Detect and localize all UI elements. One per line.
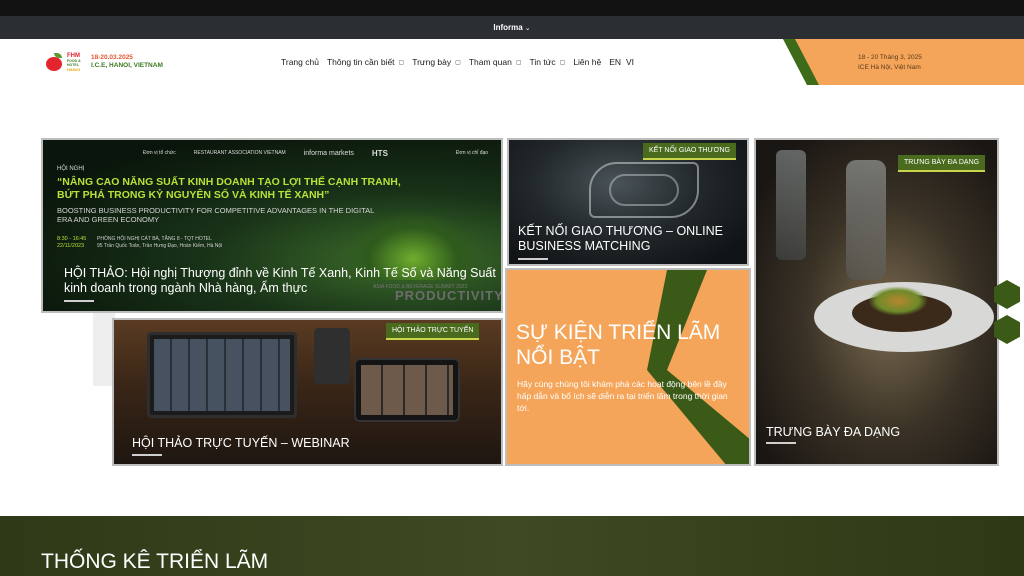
site-logo[interactable]: FHM FOOD & HOTEL HANOI 18-20.03.2025 I.C…	[46, 51, 163, 73]
card-featured-events[interactable]: SỰ KIỆN TRIỂN LÃM NỔI BẬT Hãy cùng chúng…	[505, 268, 751, 466]
nav-item-label[interactable]: Tham quan	[469, 57, 512, 67]
organizer-logos: Đơn vị tổ chức RESTAURANT ASSOCIATION VI…	[57, 146, 488, 160]
chevron-down-icon[interactable]: ⌄	[525, 24, 531, 32]
organizer-informa: informa markets	[303, 149, 354, 157]
summit-address: PHÒNG HỘI NGHỊ CÁT BÀ, TẦNG 8 - TQT HOTE…	[97, 236, 222, 250]
laptop-image	[147, 332, 297, 418]
card-title[interactable]: HỘI THẢO TRỰC TUYẾN – WEBINAR	[132, 436, 350, 451]
event-venue: ICE Hà Nội, Việt Nam	[858, 64, 921, 71]
title-underline	[518, 258, 548, 260]
event-dates: 18 - 20 Tháng 3, 2025	[858, 54, 922, 61]
speaker-image	[314, 328, 350, 384]
card-title[interactable]: TRƯNG BÀY ĐA DẠNG	[766, 425, 900, 440]
stats-section: THỐNG KÊ TRIỂN LÃM	[0, 516, 1024, 576]
category-badge[interactable]: Kết nối giao thương	[643, 143, 736, 160]
organizer-label-2: Đơn vị chỉ đạo	[455, 150, 489, 156]
stats-title: THỐNG KÊ TRIỂN LÃM	[41, 550, 269, 573]
organizer-label: Đơn vị tổ chức	[143, 150, 176, 156]
featured-description: Hãy cùng chúng tôi khám phá các hoạt độn…	[517, 379, 728, 413]
title-underline	[132, 454, 162, 456]
logo-brand-line3: HANOI	[67, 66, 80, 72]
logo-venue: I.C.E, HANOI, VIETNAM	[91, 62, 163, 69]
nav-item-info[interactable]: Thông tin cần biết ▢	[327, 57, 404, 67]
nav-item-label[interactable]: Trang chủ	[281, 57, 319, 67]
category-badge[interactable]: Trưng bày đa dạng	[898, 155, 986, 172]
food-image	[868, 286, 928, 316]
apple-logo-icon	[46, 53, 66, 71]
summit-time: 8:30 - 16:45 22/11/2023	[57, 236, 86, 250]
summit-banner-vi: “NÂNG CAO NĂNG SUẤT KINH DOANH TẠO LỢI T…	[57, 176, 401, 201]
nav-item-news[interactable]: Tin tức ▢	[529, 57, 565, 67]
main-nav: Trang chủ Thông tin cần biết ▢ Trưng bày ▢…	[281, 57, 639, 67]
chevron-down-icon[interactable]: ▢	[560, 59, 566, 66]
nav-item-label[interactable]: Thông tin cần biết	[327, 57, 395, 67]
card-trade-matching[interactable]: Kết nối giao thương KẾT NỐI GIAO THƯƠNG …	[507, 138, 749, 266]
card-summit[interactable]: Đơn vị tổ chức RESTAURANT ASSOCIATION VI…	[41, 138, 503, 313]
informa-bar[interactable]: Informa ⌄	[0, 16, 1024, 39]
chevron-down-icon[interactable]: ▢	[516, 59, 522, 66]
organizer-restaurant: RESTAURANT ASSOCIATION VIETNAM	[193, 150, 286, 156]
chevron-down-icon[interactable]: ▢	[399, 59, 405, 66]
summit-date: 22/11/2023	[57, 243, 85, 249]
card-display[interactable]: Trưng bày đa dạng TRƯNG BÀY ĐA DẠNG	[754, 138, 999, 466]
hoi-nghi-label: HỘI NGHỊ	[57, 166, 85, 172]
nav-item-label[interactable]: Liên hệ	[573, 57, 601, 67]
title-underline	[64, 300, 94, 302]
nav-item-label[interactable]: Tin tức	[529, 57, 555, 67]
summit-room: PHÒNG HỘI NGHỊ CÁT BÀ, TẦNG 8 - TQT HOTE…	[97, 236, 212, 242]
logo-date: 18-20.03.2025	[91, 54, 133, 61]
nav-item-visit[interactable]: Tham quan ▢	[469, 57, 522, 67]
logo-brand: FHM FOOD & HOTEL HANOI	[67, 53, 89, 72]
nav-item-home[interactable]: Trang chủ	[281, 57, 319, 67]
title-underline	[766, 442, 796, 444]
tablet-image	[354, 358, 460, 422]
featured-title[interactable]: SỰ KIỆN TRIỂN LÃM NỔI BẬT	[516, 320, 746, 370]
card-webinar[interactable]: Hội thảo trực tuyến HỘI THẢO TRỰC TUYẾN …	[112, 318, 503, 466]
glass-image	[846, 160, 886, 280]
card-title[interactable]: HỘI THẢO: Hội nghị Thượng đỉnh về Kinh T…	[64, 266, 501, 296]
logo-dates: 18-20.03.2025 I.C.E, HANOI, VIETNAM	[91, 54, 163, 70]
nav-item-contact[interactable]: Liên hệ	[573, 57, 601, 67]
lang-en[interactable]: EN	[609, 57, 621, 67]
lang-vi[interactable]: VI	[626, 57, 634, 67]
summit-banner-en: BOOSTING BUSINESS PRODUCTIVITY FOR COMPE…	[57, 206, 374, 224]
event-info: 18 - 20 Tháng 3, 2025 ICE Hà Nội, Việt N…	[858, 53, 922, 73]
organizer-hts: HTS	[371, 148, 388, 158]
nav-item-exhibit[interactable]: Trưng bày ▢	[412, 57, 461, 67]
card-title[interactable]: KẾT NỐI GIAO THƯƠNG – ONLINE BUSINESS MA…	[518, 224, 738, 254]
summit-time-range: 8:30 - 16:45	[57, 236, 87, 242]
summit-street: 95 Trần Quốc Toản, Trần Hưng Đạo, Hoàn K…	[97, 243, 223, 249]
chevron-down-icon[interactable]: ▢	[455, 59, 461, 66]
top-black-bar	[0, 0, 1024, 16]
handshake-detail	[609, 174, 679, 206]
nav-item-label[interactable]: Trưng bày	[412, 57, 451, 67]
category-badge[interactable]: Hội thảo trực tuyến	[386, 323, 480, 340]
glass-image	[776, 150, 806, 260]
logo-brand-line2: FOOD & HOTEL	[67, 58, 81, 67]
informa-label[interactable]: Informa	[493, 23, 522, 32]
